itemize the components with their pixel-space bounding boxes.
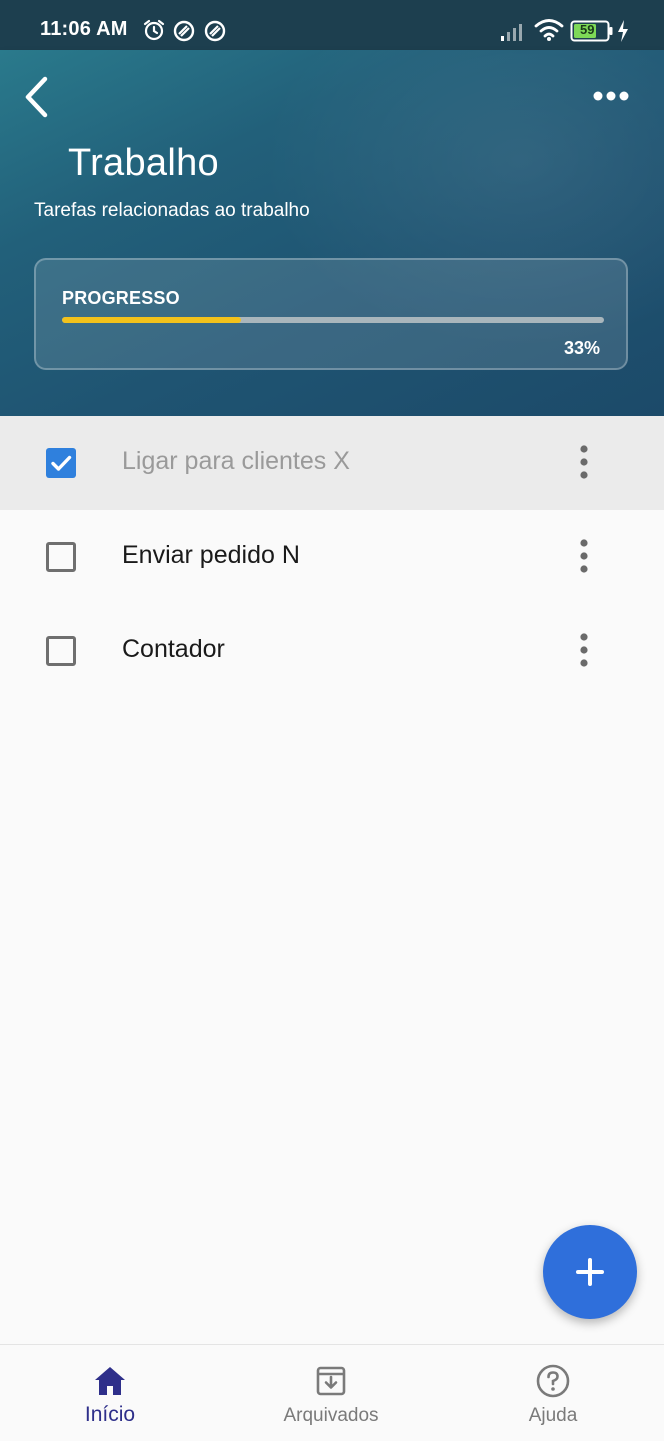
alarm-icon bbox=[142, 18, 166, 47]
task-label: Contador bbox=[122, 635, 225, 663]
progress-percent: 33% bbox=[563, 338, 600, 358]
add-task-button[interactable] bbox=[543, 1225, 637, 1319]
plus-icon bbox=[576, 1258, 604, 1286]
more-vertical-icon bbox=[580, 539, 588, 573]
help-icon bbox=[536, 1364, 570, 1398]
home-icon bbox=[95, 1367, 125, 1395]
progress-fill bbox=[62, 317, 241, 323]
archive-icon bbox=[316, 1366, 346, 1396]
check-icon bbox=[51, 455, 72, 471]
task-menu-button[interactable] bbox=[566, 537, 602, 577]
sync-icon bbox=[203, 19, 227, 48]
battery-level: 59 bbox=[580, 22, 595, 37]
list-item[interactable]: Enviar pedido N bbox=[0, 510, 664, 604]
nav-item-inicio[interactable]: Início bbox=[50, 1345, 170, 1441]
back-button[interactable] bbox=[16, 72, 60, 122]
status-time: 11:06 AM bbox=[40, 18, 128, 40]
status-bar: 11:06 AM 59 bbox=[0, 0, 664, 50]
more-options-button[interactable] bbox=[584, 80, 638, 112]
task-menu-button[interactable] bbox=[566, 443, 602, 483]
progress-track bbox=[62, 317, 604, 323]
more-vertical-icon bbox=[580, 633, 588, 667]
bottom-nav: Início Arquivados Ajuda bbox=[0, 1344, 664, 1441]
task-menu-button[interactable] bbox=[566, 631, 602, 671]
task-checkbox[interactable] bbox=[46, 448, 76, 478]
page-title: Trabalho bbox=[68, 142, 219, 184]
task-checkbox[interactable] bbox=[46, 542, 76, 572]
sync-icon bbox=[172, 19, 196, 48]
back-arrow-icon bbox=[16, 76, 60, 126]
nav-label: Arquivados bbox=[283, 1405, 379, 1426]
header: Trabalho Tarefas relacionadas ao trabalh… bbox=[0, 50, 664, 416]
list-item[interactable]: Contador bbox=[0, 604, 664, 698]
wifi-icon bbox=[534, 18, 564, 47]
nav-item-arquivados[interactable]: Arquivados bbox=[266, 1345, 396, 1441]
progress-card: PROGRESSO 33% bbox=[34, 258, 628, 370]
task-list: Ligar para clientes X Enviar pedido N Co… bbox=[0, 416, 664, 698]
page-subtitle: Tarefas relacionadas ao trabalho bbox=[34, 200, 310, 221]
nav-label: Início bbox=[84, 1403, 136, 1426]
nav-item-ajuda[interactable]: Ajuda bbox=[503, 1345, 603, 1441]
task-label: Enviar pedido N bbox=[122, 541, 300, 569]
signal-icon bbox=[500, 20, 528, 47]
more-vertical-icon bbox=[580, 445, 588, 479]
nav-label: Ajuda bbox=[528, 1405, 578, 1426]
list-item[interactable]: Ligar para clientes X bbox=[0, 416, 664, 510]
charging-icon bbox=[616, 19, 630, 48]
more-horizontal-icon bbox=[584, 91, 638, 116]
task-checkbox[interactable] bbox=[46, 636, 76, 666]
progress-label: PROGRESSO bbox=[62, 288, 180, 308]
task-label: Ligar para clientes X bbox=[122, 447, 350, 475]
